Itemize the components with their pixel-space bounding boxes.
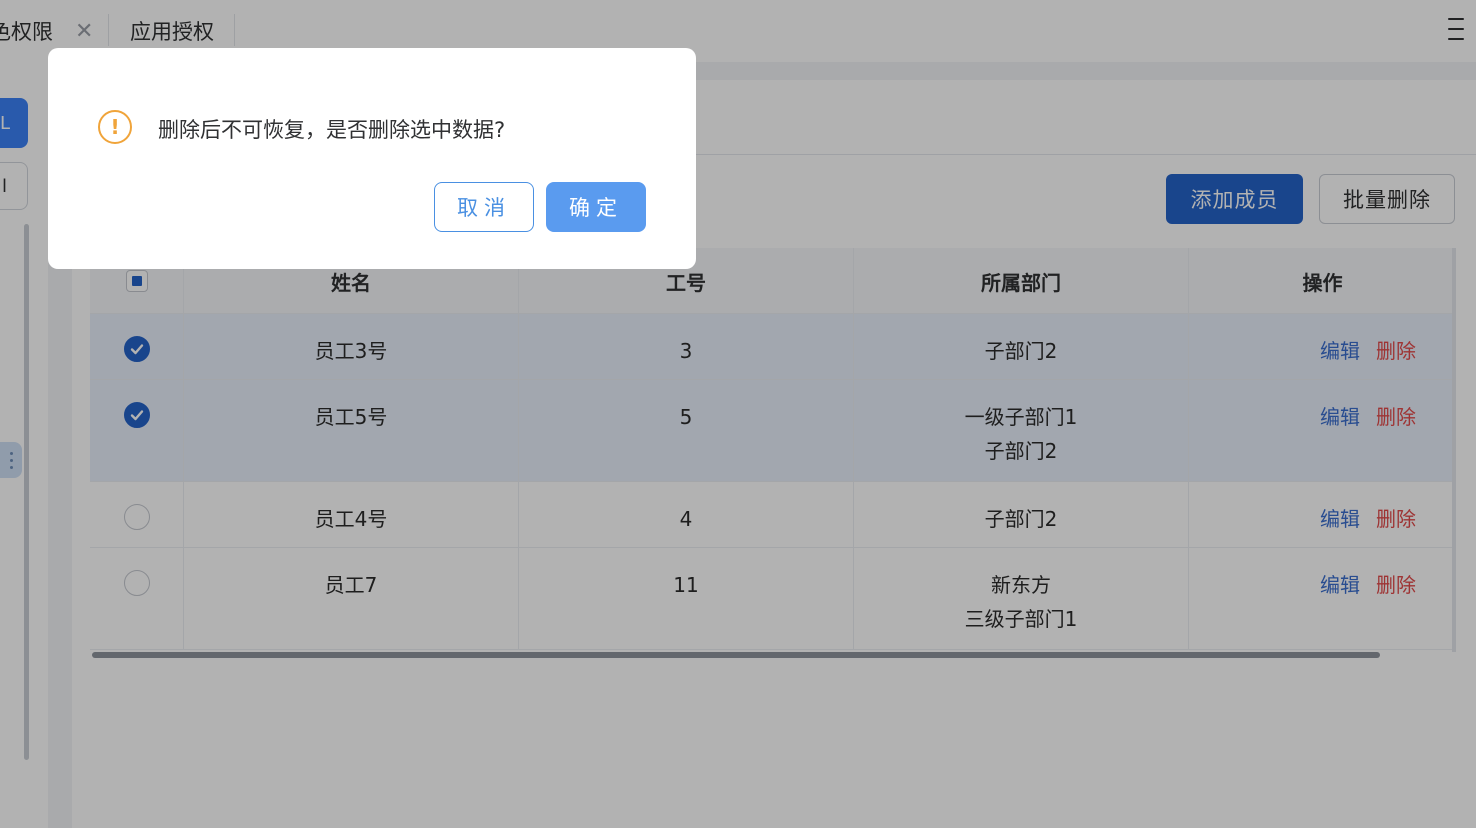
confirm-delete-dialog: ! 删除后不可恢复，是否删除选中数据? 取消 确定	[48, 48, 696, 269]
confirm-button[interactable]: 确定	[546, 182, 646, 232]
dialog-message: 删除后不可恢复，是否删除选中数据?	[158, 118, 506, 142]
cancel-button[interactable]: 取消	[434, 182, 534, 232]
warning-icon: !	[98, 110, 132, 144]
